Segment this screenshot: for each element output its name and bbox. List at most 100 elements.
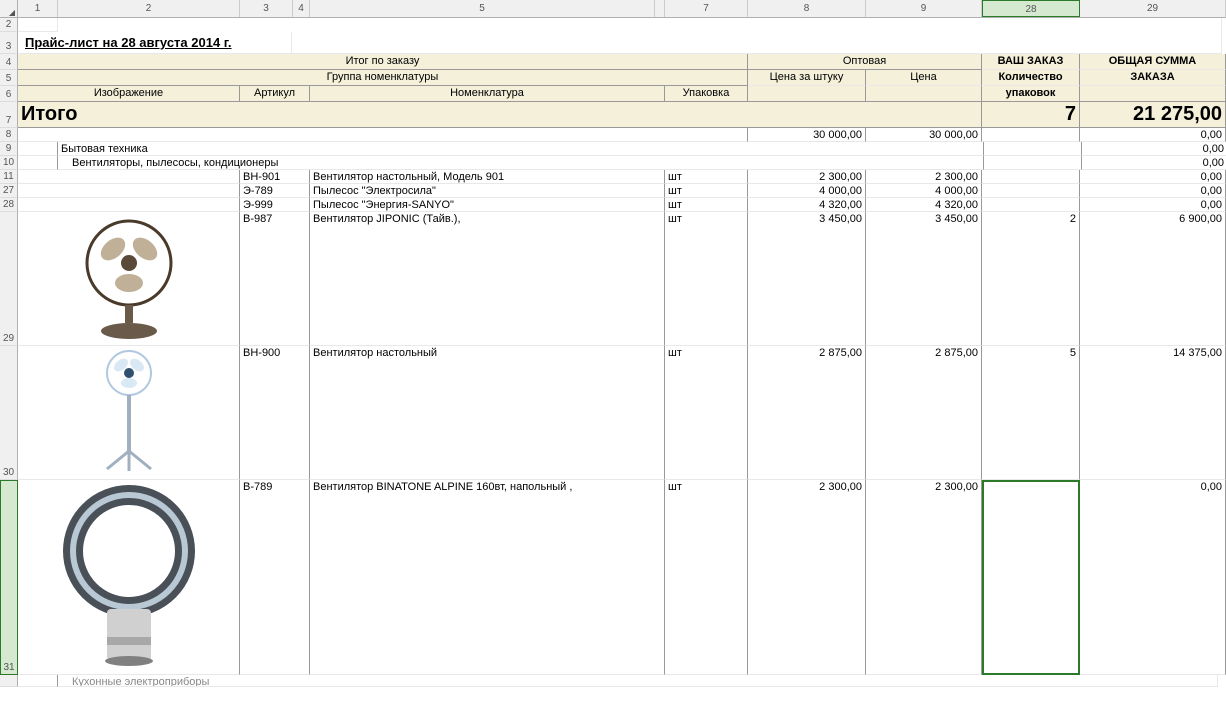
- item-sum[interactable]: 0,00: [1080, 480, 1226, 675]
- packs-header: упаковок: [982, 86, 1080, 102]
- item-unit[interactable]: шт: [665, 184, 748, 198]
- active-cell[interactable]: [982, 480, 1080, 675]
- item-name[interactable]: Вентилятор настольный: [310, 346, 665, 480]
- row-header-29[interactable]: 29: [0, 212, 18, 346]
- row-header-2[interactable]: 2: [0, 18, 18, 32]
- row-header-11[interactable]: 11: [0, 170, 18, 184]
- row-header-30[interactable]: 30: [0, 346, 18, 480]
- item-sku[interactable]: В-789: [240, 480, 310, 675]
- pack-qty-header: Количество: [982, 70, 1080, 86]
- col-header-2[interactable]: 2: [58, 0, 240, 17]
- row-header-3[interactable]: 3: [0, 32, 18, 54]
- cat1-sum[interactable]: 0,00: [1080, 128, 1226, 142]
- item-sum[interactable]: 0,00: [1080, 170, 1226, 184]
- col-header-1[interactable]: 1: [18, 0, 58, 17]
- item-price1[interactable]: 2 875,00: [748, 346, 866, 480]
- item-sum[interactable]: 6 900,00: [1080, 212, 1226, 346]
- packaging-header: Упаковка: [665, 86, 748, 102]
- cat2-sum[interactable]: 0,00: [1082, 156, 1226, 170]
- fan-desk-icon: [69, 213, 189, 341]
- col-header-3[interactable]: 3: [240, 0, 293, 17]
- item-qty[interactable]: [982, 184, 1080, 198]
- title-cell[interactable]: Прайс-лист на 28 августа 2014 г.: [18, 32, 292, 54]
- item-sku[interactable]: ВН-901: [240, 170, 310, 184]
- item-price1[interactable]: 3 450,00: [748, 212, 866, 346]
- row-header-8[interactable]: 8: [0, 128, 18, 142]
- item-price2[interactable]: 2 300,00: [866, 480, 982, 675]
- item-name[interactable]: Пылесос "Энергия-SANYO": [310, 198, 665, 212]
- nomenclature-group-header: Группа номенклатуры: [18, 70, 748, 86]
- item-sku[interactable]: ВН-900: [240, 346, 310, 480]
- row-header-7[interactable]: 7: [0, 102, 18, 128]
- total-sum-header: ОБЩАЯ СУММА: [1080, 54, 1226, 70]
- item-unit[interactable]: шт: [665, 480, 748, 675]
- item-sum[interactable]: 0,00: [1080, 198, 1226, 212]
- cat1-blank-sum[interactable]: 0,00: [1082, 142, 1226, 156]
- item-sum[interactable]: 0,00: [1080, 184, 1226, 198]
- item-sku[interactable]: Э-789: [240, 184, 310, 198]
- item-unit[interactable]: шт: [665, 212, 748, 346]
- item-price2[interactable]: 2 300,00: [866, 170, 982, 184]
- item-qty[interactable]: 5: [982, 346, 1080, 480]
- item-name[interactable]: Пылесос "Электросила": [310, 184, 665, 198]
- item-name[interactable]: Вентилятор BINATONE ALPINE 160вт, наполь…: [310, 480, 665, 675]
- item-unit[interactable]: шт: [665, 170, 748, 184]
- col-header-29[interactable]: 29: [1080, 0, 1226, 17]
- item-name[interactable]: Вентилятор настольный, Модель 901: [310, 170, 665, 184]
- your-order-header: ВАШ ЗАКАЗ: [982, 54, 1080, 70]
- row-header-28[interactable]: 28: [0, 198, 18, 212]
- table-row: 29 В-987 Вентилятор JIPONIC (Тайв.), шт …: [0, 212, 1226, 346]
- cat1-name[interactable]: Бытовая техника: [58, 142, 984, 156]
- sku-header: Артикул: [240, 86, 310, 102]
- item-price2[interactable]: 3 450,00: [866, 212, 982, 346]
- col-header-5[interactable]: 5: [310, 0, 655, 17]
- col-header-8[interactable]: 8: [748, 0, 866, 17]
- product-image: [18, 212, 240, 346]
- col-header-4[interactable]: 4: [293, 0, 310, 17]
- table-row: 30 ВН-900 Вентилятор настольный шт 2 875: [0, 346, 1226, 480]
- row-header-10[interactable]: 10: [0, 156, 18, 170]
- item-name[interactable]: Вентилятор JIPONIC (Тайв.),: [310, 212, 665, 346]
- price-per-unit-header: Цена за штуку: [748, 70, 866, 86]
- row-header-5[interactable]: 5: [0, 70, 18, 86]
- column-headers: ◢ 1 2 3 4 5 7 8 9 28 29: [0, 0, 1226, 18]
- fan-stand-icon: [79, 347, 179, 475]
- image-header: Изображение: [18, 86, 240, 102]
- totals-qty: 7: [982, 102, 1080, 128]
- item-qty[interactable]: 2: [982, 212, 1080, 346]
- row-header-9[interactable]: 9: [0, 142, 18, 156]
- table-row: 28 Э-999 Пылесос "Энергия-SANYO" шт 4 32…: [0, 198, 1226, 212]
- row-header-6[interactable]: 6: [0, 86, 18, 102]
- nomenclature-header: Номенклатура: [310, 86, 665, 102]
- item-price1[interactable]: 2 300,00: [748, 170, 866, 184]
- item-price2[interactable]: 2 875,00: [866, 346, 982, 480]
- item-unit[interactable]: шт: [665, 346, 748, 480]
- table-row: 31 В-789 Вентилятор BINATONE ALPINE 160в…: [0, 480, 1226, 675]
- col-header-7[interactable]: 7: [665, 0, 748, 17]
- cat1-price2[interactable]: 30 000,00: [866, 128, 982, 142]
- row-header-27[interactable]: 27: [0, 184, 18, 198]
- row-header-4[interactable]: 4: [0, 54, 18, 70]
- item-sku[interactable]: Э-999: [240, 198, 310, 212]
- fan-bladeless-icon: [59, 481, 199, 669]
- item-price2[interactable]: 4 320,00: [866, 198, 982, 212]
- totals-sum: 21 275,00: [1080, 102, 1226, 128]
- item-sku[interactable]: В-987: [240, 212, 310, 346]
- row-header-31[interactable]: 31: [0, 480, 18, 675]
- footer-cat[interactable]: Кухонные электроприборы: [58, 675, 1218, 687]
- col-header-28[interactable]: 28: [982, 0, 1080, 17]
- item-price1[interactable]: 2 300,00: [748, 480, 866, 675]
- table-row: 11 ВН-901 Вентилятор настольный, Модель …: [0, 170, 1226, 184]
- cat1-price1[interactable]: 30 000,00: [748, 128, 866, 142]
- cat2-name[interactable]: Вентиляторы, пылесосы, кондиционеры: [58, 156, 984, 170]
- item-price1[interactable]: 4 000,00: [748, 184, 866, 198]
- item-sum[interactable]: 14 375,00: [1080, 346, 1226, 480]
- item-qty[interactable]: [982, 170, 1080, 184]
- item-qty[interactable]: [982, 198, 1080, 212]
- totals-label: Итого: [18, 102, 982, 128]
- item-price1[interactable]: 4 320,00: [748, 198, 866, 212]
- order-summary-header: Итог по заказу: [18, 54, 748, 70]
- item-unit[interactable]: шт: [665, 198, 748, 212]
- col-header-9[interactable]: 9: [866, 0, 982, 17]
- item-price2[interactable]: 4 000,00: [866, 184, 982, 198]
